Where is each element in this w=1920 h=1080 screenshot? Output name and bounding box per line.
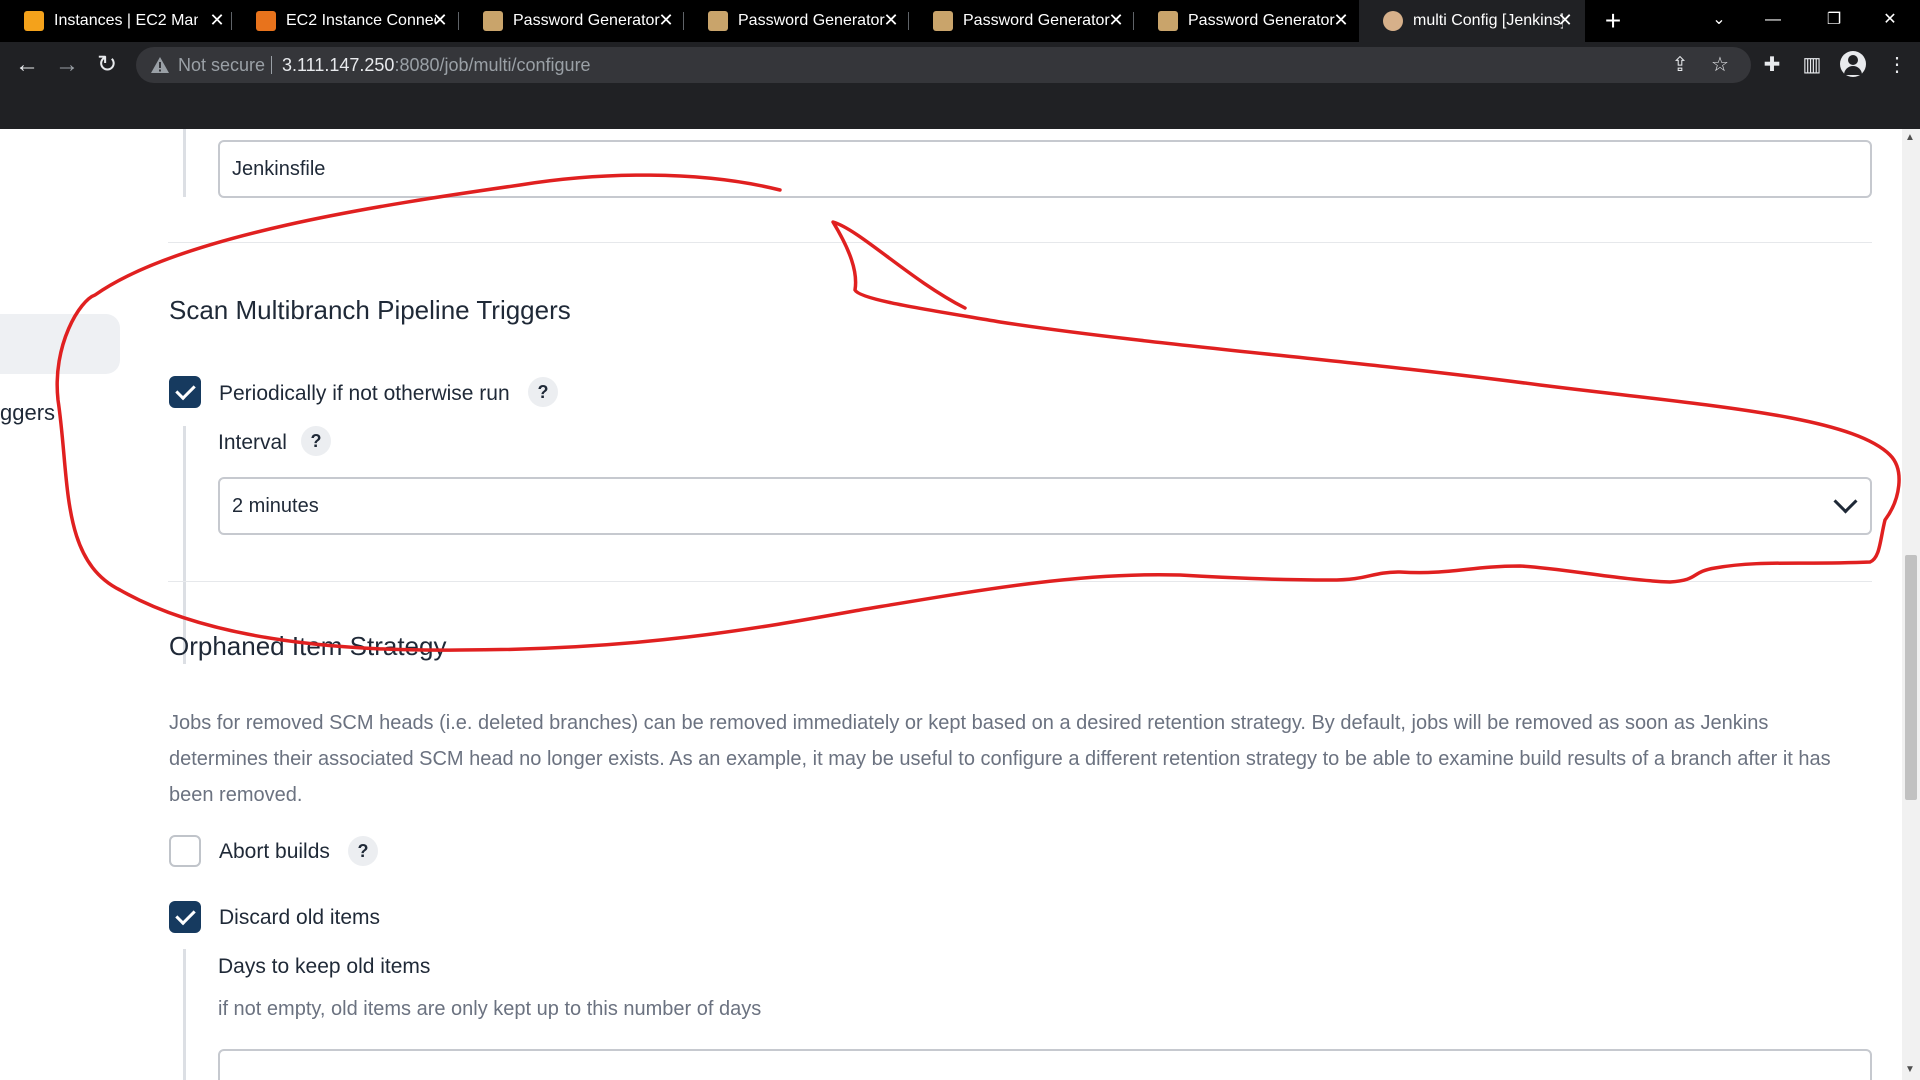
- periodic-help-icon[interactable]: ?: [528, 377, 558, 407]
- tab-password-generator-3[interactable]: Password Generator ✕: [909, 0, 1133, 42]
- share-icon[interactable]: ⇪: [1667, 52, 1693, 78]
- tab-instances[interactable]: Instances | EC2 Manag ✕: [0, 0, 228, 42]
- tab-label: Password Generator: [963, 12, 1110, 29]
- address-bar[interactable]: Not secure 3.111.147.250:8080/job/multi/…: [136, 47, 1751, 83]
- tab-password-generator-1[interactable]: Password Generator ✕: [459, 0, 683, 42]
- reload-icon[interactable]: ↻: [92, 50, 122, 80]
- abort-builds-help-icon[interactable]: ?: [348, 836, 378, 866]
- window-close-icon[interactable]: ✕: [1870, 6, 1910, 34]
- address-separator: [271, 56, 272, 74]
- menu-icon[interactable]: ⋮: [1884, 52, 1910, 78]
- days-to-keep-label: Days to keep old items: [218, 955, 431, 978]
- section-divider: [168, 242, 1872, 243]
- close-icon[interactable]: ✕: [1554, 9, 1576, 31]
- side-panel-icon[interactable]: ▥: [1799, 52, 1825, 78]
- close-icon[interactable]: ✕: [429, 9, 451, 31]
- chevron-down-icon: [1833, 489, 1858, 514]
- password-generator-icon: [1158, 11, 1178, 31]
- triggers-section-title: Scan Multibranch Pipeline Triggers: [169, 295, 571, 325]
- close-icon[interactable]: ✕: [880, 9, 902, 31]
- close-icon[interactable]: ✕: [1330, 9, 1352, 31]
- abort-builds-label[interactable]: Abort builds: [219, 840, 330, 864]
- sidebar-item-active[interactable]: [0, 314, 120, 374]
- minimize-icon[interactable]: —: [1753, 6, 1793, 34]
- interval-help-icon[interactable]: ?: [301, 426, 331, 456]
- tab-label: Instances | EC2 Manag: [54, 12, 198, 29]
- page-header-band: [0, 88, 1920, 129]
- days-to-keep-input[interactable]: [218, 1049, 1872, 1080]
- periodic-label[interactable]: Periodically if not otherwise run: [219, 382, 510, 406]
- bookmark-star-icon[interactable]: ☆: [1707, 52, 1733, 78]
- password-generator-icon: [933, 11, 953, 31]
- avatar-body: [1844, 66, 1862, 75]
- tab-label: EC2 Instance Connect: [286, 12, 436, 29]
- script-path-input[interactable]: Jenkinsfile: [218, 140, 1872, 198]
- periodic-checkbox[interactable]: [169, 376, 201, 408]
- tab-label: multi Config [Jenkins]: [1413, 12, 1563, 29]
- password-generator-icon: [708, 11, 728, 31]
- close-icon[interactable]: ✕: [206, 9, 228, 31]
- password-generator-icon: [483, 11, 503, 31]
- browser-toolbar: ← → ↻ Not secure 3.111.147.250:8080/job/…: [0, 42, 1920, 88]
- scroll-up-arrow-icon[interactable]: ▲: [1905, 132, 1915, 143]
- warning-icon: [151, 57, 169, 73]
- aws-box-icon: [24, 11, 44, 31]
- url-host: 3.111.147.250: [282, 55, 395, 75]
- avatar-head: [1848, 55, 1858, 65]
- nested-indicator: [183, 949, 186, 1080]
- forward-icon[interactable]: →: [52, 50, 82, 80]
- discard-old-items-label[interactable]: Discard old items: [219, 906, 380, 930]
- profile-avatar[interactable]: [1840, 51, 1866, 77]
- back-icon[interactable]: ←: [12, 50, 42, 80]
- security-label[interactable]: Not secure: [178, 55, 265, 75]
- new-tab-button[interactable]: +: [1598, 6, 1628, 36]
- orphan-description: Jobs for removed SCM heads (i.e. deleted…: [169, 712, 1831, 806]
- tab-search-icon[interactable]: ⌄: [1699, 6, 1739, 34]
- extensions-icon[interactable]: ✚: [1759, 52, 1785, 78]
- tab-password-generator-2[interactable]: Password Generator ✕: [684, 0, 908, 42]
- scroll-down-arrow-icon[interactable]: ▼: [1905, 1064, 1915, 1075]
- close-icon[interactable]: ✕: [655, 9, 677, 31]
- tab-label: Password Generator: [513, 12, 660, 29]
- orphan-section-title: Orphaned Item Strategy: [169, 631, 447, 661]
- tab-strip: Instances | EC2 Manag ✕ EC2 Instance Con…: [0, 0, 1920, 42]
- config-page: ggers Jenkinsfile Scan Multibranch Pipel…: [0, 129, 1902, 1080]
- interval-select[interactable]: 2 minutes: [218, 477, 1872, 535]
- tab-jenkins-config[interactable]: multi Config [Jenkins] ✕: [1359, 0, 1585, 42]
- tab-label: Password Generator: [738, 12, 885, 29]
- tab-ec2-connect[interactable]: EC2 Instance Connect ✕: [232, 0, 458, 42]
- restore-icon[interactable]: ❐: [1814, 6, 1854, 34]
- nested-indicator: [183, 129, 186, 197]
- tab-password-generator-4[interactable]: Password Generator ✕: [1134, 0, 1358, 42]
- url-path: :8080/job/multi/configure: [394, 55, 591, 75]
- discard-old-items-checkbox[interactable]: [169, 901, 201, 933]
- interval-label: Interval: [218, 431, 287, 454]
- url-text[interactable]: 3.111.147.250:8080/job/multi/configure: [282, 55, 591, 75]
- tab-label: Password Generator: [1188, 12, 1335, 29]
- nested-indicator: [183, 426, 186, 664]
- interval-selected-value: 2 minutes: [232, 494, 319, 517]
- sidebar-item-triggers[interactable]: ggers: [0, 400, 55, 426]
- scrollbar-thumb[interactable]: [1905, 555, 1917, 800]
- aws-cube-icon: [256, 11, 276, 31]
- section-divider: [168, 581, 1872, 582]
- close-icon[interactable]: ✕: [1105, 9, 1127, 31]
- abort-builds-checkbox[interactable]: [169, 835, 201, 867]
- jenkins-icon: [1383, 11, 1403, 31]
- days-to-keep-hint: if not empty, old items are only kept up…: [218, 998, 762, 1020]
